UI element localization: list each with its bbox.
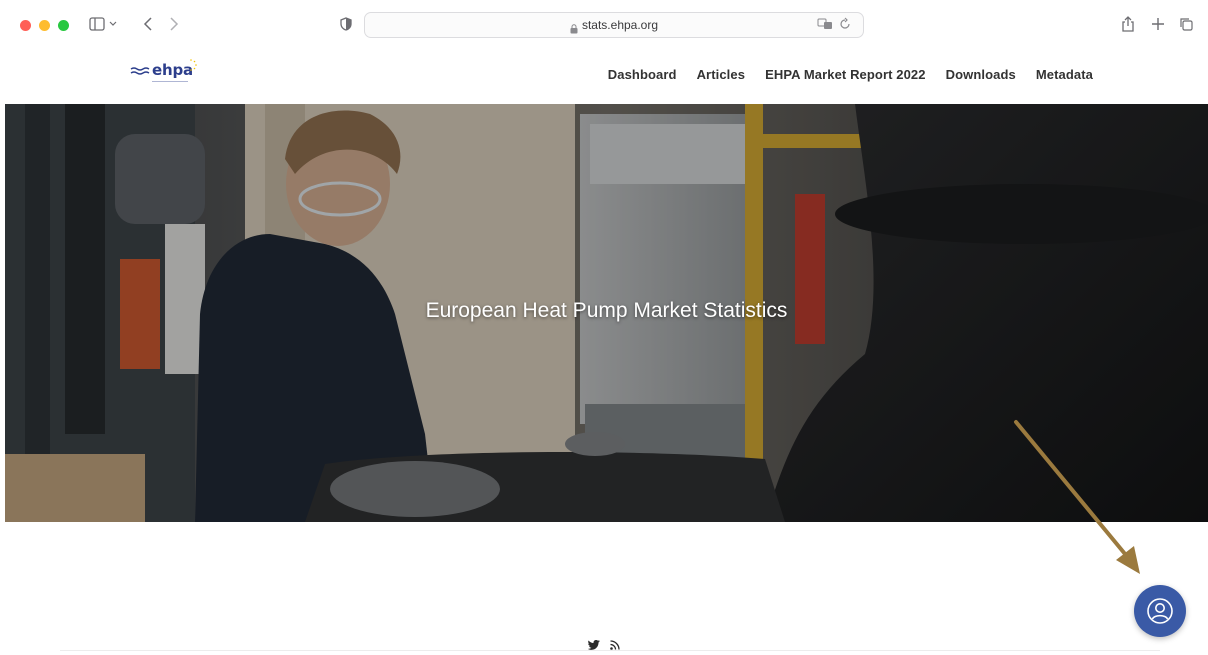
translate-icon[interactable] <box>817 17 833 34</box>
footer-divider <box>60 650 1160 651</box>
reload-icon[interactable] <box>839 17 851 34</box>
address-bar[interactable]: stats.ehpa.org <box>364 12 864 38</box>
sidebar-toggle-icon[interactable] <box>86 12 122 36</box>
nav-downloads[interactable]: Downloads <box>946 67 1016 82</box>
main-nav: Dashboard Articles EHPA Market Report 20… <box>608 67 1093 82</box>
twitter-icon[interactable] <box>588 640 600 650</box>
close-window-button[interactable] <box>20 20 31 31</box>
privacy-shield-icon[interactable] <box>338 12 354 36</box>
maximize-window-button[interactable] <box>58 20 69 31</box>
tab-overview-icon[interactable] <box>1176 12 1196 36</box>
logo-waves-icon <box>130 67 150 75</box>
nav-articles[interactable]: Articles <box>697 67 746 82</box>
hero-title: European Heat Pump Market Statistics <box>425 299 788 322</box>
new-tab-icon[interactable] <box>1148 12 1168 36</box>
minimize-window-button[interactable] <box>39 20 50 31</box>
footer-social <box>588 640 620 650</box>
nav-metadata[interactable]: Metadata <box>1036 67 1093 82</box>
nav-dashboard[interactable]: Dashboard <box>608 67 677 82</box>
url-text: stats.ehpa.org <box>581 18 659 32</box>
logo-stars-icon <box>190 59 197 71</box>
user-support-icon <box>1147 598 1173 624</box>
lock-icon <box>570 21 578 33</box>
share-icon[interactable] <box>1118 12 1138 36</box>
site-header: ehpa Dashboard Articles EHPA Market Repo… <box>0 55 1208 95</box>
back-icon[interactable] <box>140 12 156 36</box>
ehpa-logo[interactable]: ehpa <box>130 59 197 82</box>
annotation-arrow <box>1014 420 1140 574</box>
logo-tagline <box>152 81 188 85</box>
support-chat-button[interactable] <box>1134 585 1186 637</box>
rss-icon[interactable] <box>610 640 620 650</box>
browser-toolbar: stats.ehpa.org <box>0 0 1208 48</box>
nav-market-report[interactable]: EHPA Market Report 2022 <box>765 67 926 82</box>
forward-icon[interactable] <box>166 12 182 36</box>
